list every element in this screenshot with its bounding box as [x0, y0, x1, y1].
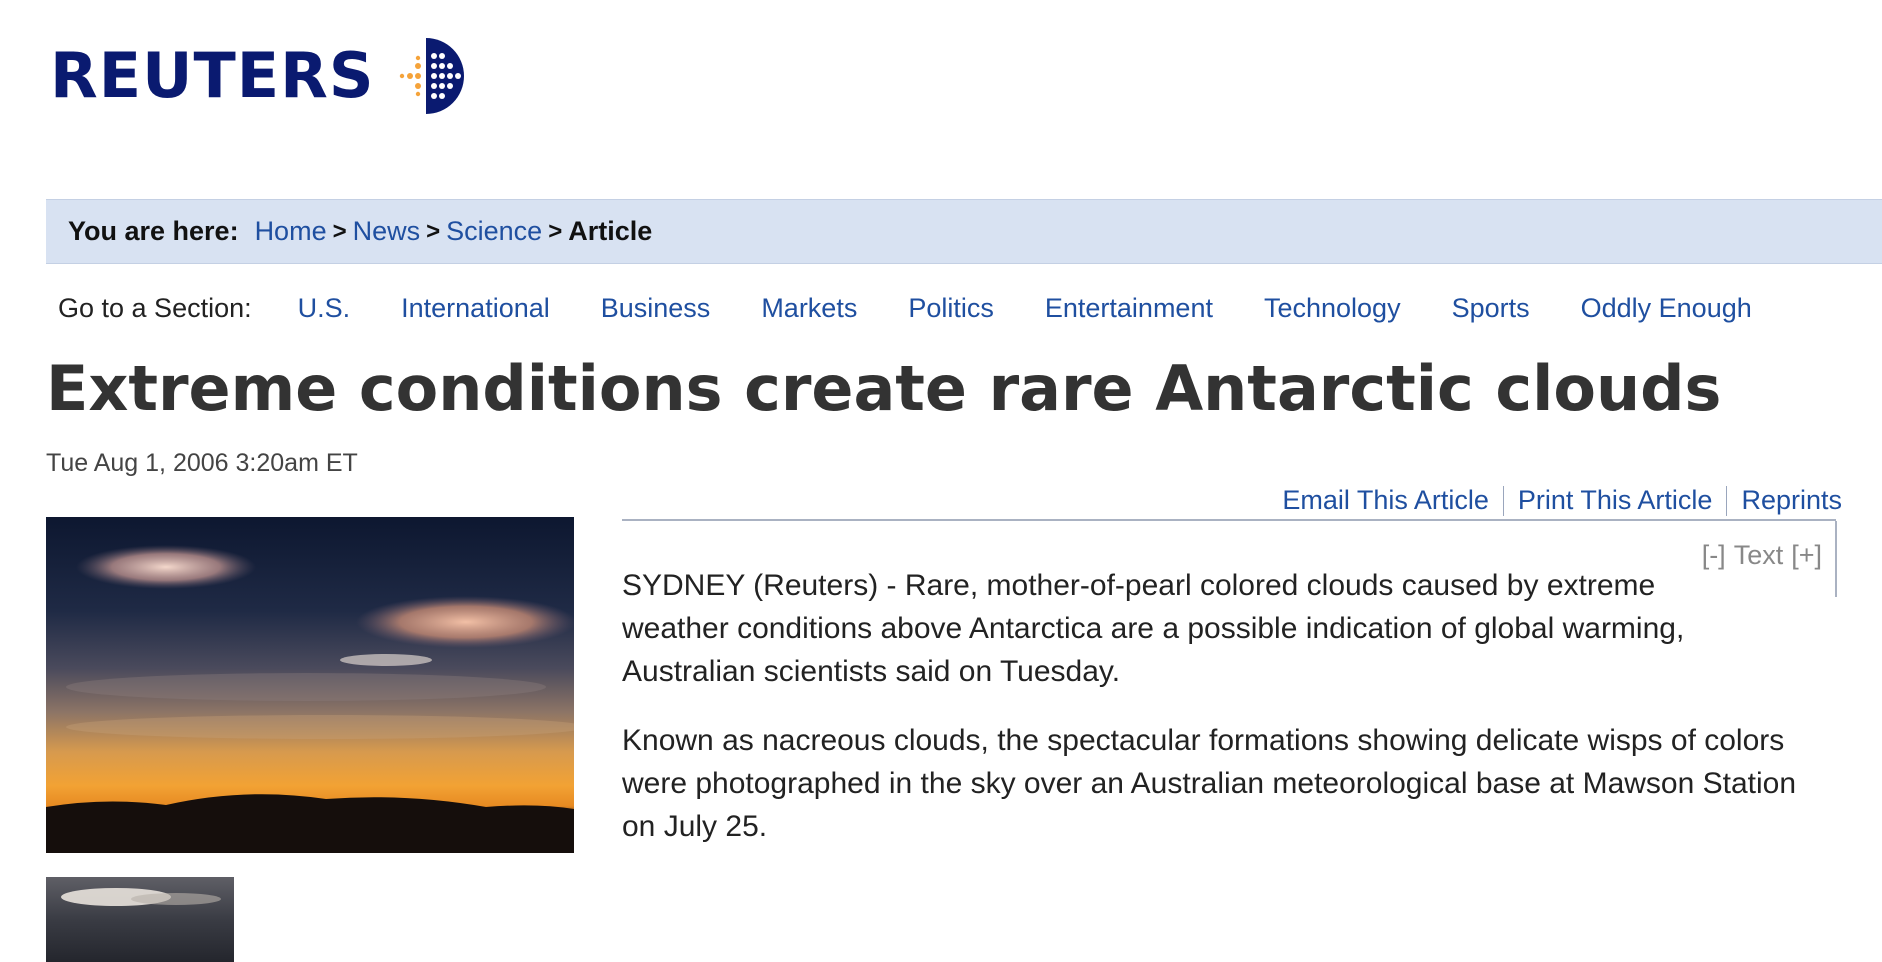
breadcrumb-separator: >	[548, 217, 563, 245]
breadcrumb-home-link[interactable]: Home	[255, 216, 327, 247]
breadcrumb-prefix: You are here:	[68, 216, 239, 246]
breadcrumb-news-link[interactable]: News	[353, 216, 421, 247]
reprints-link[interactable]: Reprints	[1741, 485, 1842, 516]
article-paragraph: SYDNEY (Reuters) - Rare, mother-of-pearl…	[622, 569, 1685, 688]
section-link-us[interactable]: U.S.	[298, 293, 351, 324]
article-vertical-rule	[1835, 521, 1837, 597]
cloud-photo-image	[46, 517, 574, 853]
breadcrumb-science-link[interactable]: Science	[446, 216, 542, 247]
article-thumbnail-photo[interactable]	[46, 877, 234, 962]
reuters-dots-icon	[400, 38, 465, 114]
section-link-sports[interactable]: Sports	[1452, 293, 1530, 324]
logo-wordmark: REUTERS	[50, 39, 375, 112]
article-paragraph: Known as nacreous clouds, the spectacula…	[622, 724, 1797, 843]
page: REUTERS You are here: Home > News > Scie…	[0, 0, 1882, 962]
breadcrumb: You are here: Home > News > Science > Ar…	[46, 199, 1882, 264]
section-nav-label: Go to a Section:	[58, 293, 252, 323]
tool-divider	[1502, 485, 1504, 516]
section-nav: Go to a Section: U.S. International Busi…	[58, 293, 1882, 324]
section-link-entertainment[interactable]: Entertainment	[1045, 293, 1213, 324]
section-link-international[interactable]: International	[401, 293, 550, 324]
breadcrumb-separator: >	[332, 217, 347, 245]
email-article-link[interactable]: Email This Article	[1282, 485, 1489, 516]
breadcrumb-current: Article	[568, 216, 653, 246]
breadcrumb-separator: >	[426, 217, 441, 245]
section-link-technology[interactable]: Technology	[1264, 293, 1401, 324]
section-link-politics[interactable]: Politics	[908, 293, 994, 324]
article-tools: Email This Article Print This Article Re…	[1282, 485, 1842, 516]
section-link-business[interactable]: Business	[601, 293, 711, 324]
article-rule	[622, 519, 1836, 521]
article-main-photo[interactable]	[46, 517, 574, 853]
article-body: SYDNEY (Reuters) - Rare, mother-of-pearl…	[622, 564, 1802, 874]
cloud-thumbnail-image	[46, 877, 234, 962]
article-dateline: Tue Aug 1, 2006 3:20am ET	[46, 449, 358, 477]
tool-divider	[1726, 485, 1728, 516]
section-link-oddly-enough[interactable]: Oddly Enough	[1581, 293, 1752, 324]
reuters-logo[interactable]: REUTERS	[50, 36, 474, 116]
print-article-link[interactable]: Print This Article	[1518, 485, 1713, 516]
section-link-markets[interactable]: Markets	[761, 293, 857, 324]
article-headline: Extreme conditions create rare Antarctic…	[46, 352, 1722, 425]
